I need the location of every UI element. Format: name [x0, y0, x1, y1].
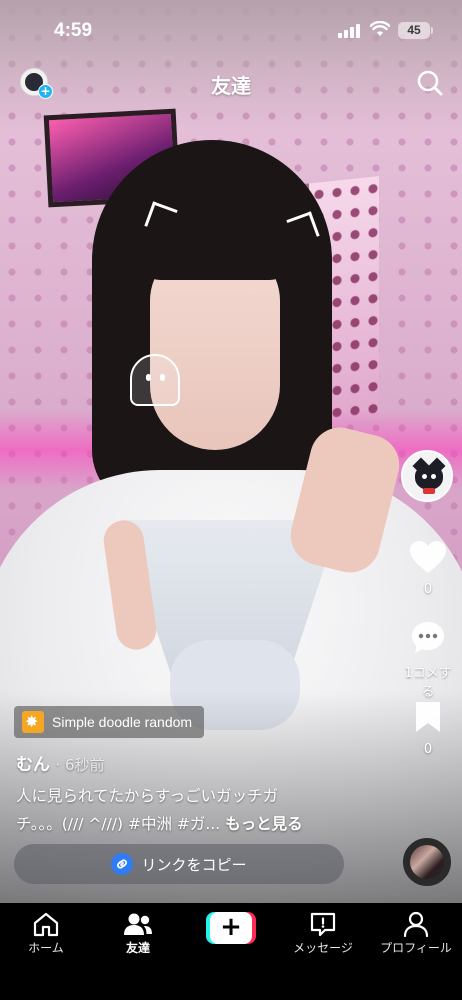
effect-chip[interactable]: Simple doodle random: [14, 706, 205, 738]
message-icon: [310, 912, 336, 937]
caption-line-1: 人に見られてたからすっごいガッチガ: [16, 787, 279, 805]
doodle-ghost: [130, 354, 180, 406]
tab-friends[interactable]: 友達: [92, 909, 184, 956]
tab-friends-label: 友達: [125, 941, 150, 955]
create-button[interactable]: +: [206, 912, 256, 944]
comment-icon: [412, 622, 444, 653]
tab-profile-label: プロフィール: [380, 941, 452, 955]
video-caption: 人に見られてたからすっごいガッチガ チ。。。(/// ^///) #中洲 #ガ.…: [16, 782, 356, 838]
bookmark-count: 0: [423, 742, 433, 757]
tab-inbox[interactable]: メッセージ: [277, 909, 369, 956]
tab-home-label: ホーム: [28, 941, 64, 955]
profile-icon: [403, 911, 429, 937]
bookmark-icon: [416, 702, 440, 732]
sound-disc[interactable]: [403, 838, 451, 886]
like-count: 0: [423, 582, 433, 597]
author-name[interactable]: むん: [16, 755, 50, 775]
like-button[interactable]: 0: [400, 540, 456, 597]
status-bar: 4:59 45: [0, 0, 462, 58]
bookmark-button[interactable]: 0: [400, 700, 456, 757]
heart-icon: [410, 541, 446, 573]
caption-line-2: チ。。。(/// ^///) #中洲 #ガ... もっと見る: [16, 810, 356, 838]
avatar-eye: [431, 474, 436, 479]
status-time: 4:59: [54, 20, 93, 41]
posted-time: · 6秒前: [55, 756, 105, 774]
link-icon: [111, 853, 134, 875]
battery-icon: 45: [398, 22, 430, 39]
see-more-link[interactable]: もっと見る: [225, 815, 303, 833]
page-title: 友達: [211, 74, 251, 98]
plus-icon: +: [210, 912, 252, 944]
tab-inbox-label: メッセージ: [293, 941, 353, 955]
tab-profile[interactable]: プロフィール: [370, 909, 462, 956]
wifi-icon: [370, 21, 390, 36]
battery-tip: [431, 27, 433, 34]
sound-artwork: [410, 845, 444, 879]
caption-text: チ。。。(/// ^///) #中洲 #ガ...: [16, 815, 221, 833]
signal-icon: [338, 24, 362, 38]
comment-button[interactable]: 1コメする: [400, 620, 456, 700]
effect-icon: [22, 711, 44, 733]
effect-label: Simple doodle random: [52, 714, 193, 730]
home-icon: [33, 912, 59, 937]
avatar-bowtie: [423, 488, 435, 494]
creator-avatar[interactable]: [401, 450, 453, 502]
avatar-eye: [422, 474, 427, 479]
author-row: むん · 6秒前: [16, 750, 105, 775]
copy-link-label: リンクをコピー: [141, 855, 247, 874]
comment-label: 1コメする: [404, 666, 452, 700]
avatar-character: [415, 466, 443, 490]
tab-home[interactable]: ホーム: [0, 909, 92, 956]
copy-link-button[interactable]: リンクをコピー: [14, 844, 344, 884]
search-icon[interactable]: [415, 68, 445, 98]
friends-icon: [124, 913, 152, 935]
